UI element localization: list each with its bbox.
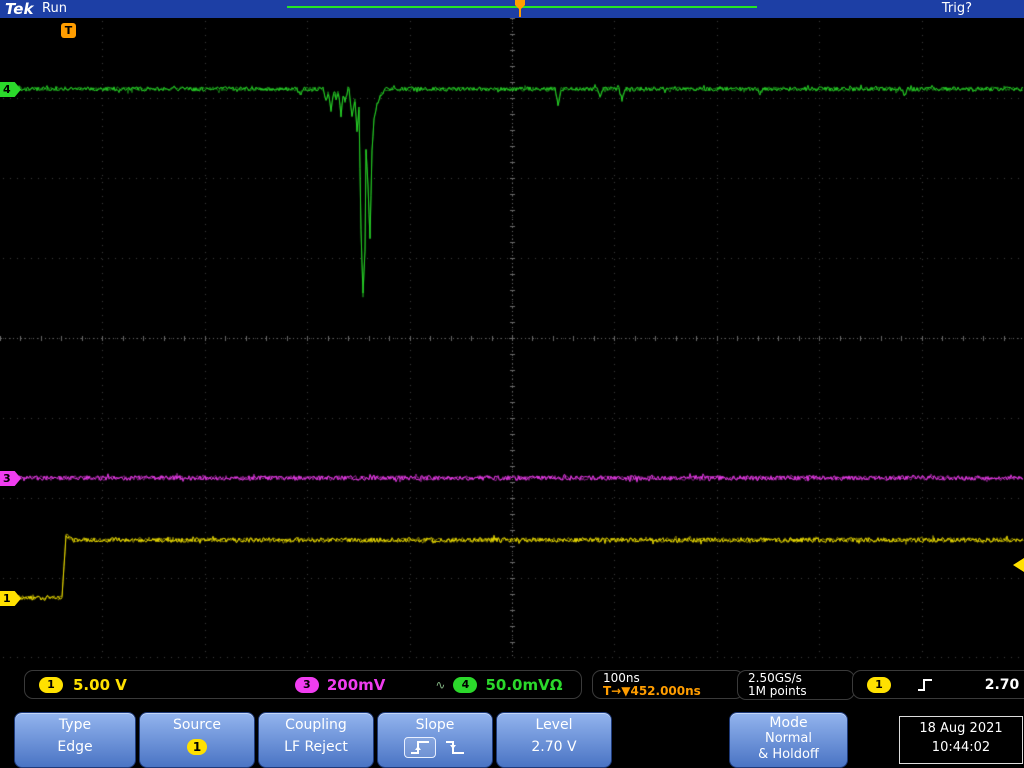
trigger-delay: T→▼452.000ns [603,685,743,697]
timebase-value: 100ns [603,671,640,685]
acquisition-status: Run [42,1,67,16]
menu-type-title: Type [58,717,92,733]
header-bar: Tek Run Trig? [0,0,1024,18]
menu-button-coupling[interactable]: Coupling LF Reject [258,712,374,768]
falling-edge-icon [446,741,464,754]
rising-edge-icon [411,741,429,754]
trigger-position-icon [515,0,525,17]
menu-level-value: 2.70 V [531,739,577,755]
ch3-scale: 200mV [326,675,386,694]
channel-readouts: 1 5.00 V 3 200mV ∿ 4 50.0mVΩ [24,670,582,699]
ch1-scale: 5.00 V [73,675,127,694]
datetime-box: 18 Aug 2021 10:44:02 [899,716,1023,764]
trigger-readout: 1 2.70 V [852,670,1024,699]
trigger-status: Trig? [941,1,972,16]
rising-edge-option[interactable] [404,737,436,758]
tek-logo: Tek [5,0,34,18]
record-length: 1M points [748,684,807,698]
ch3-badge: 3 [294,676,319,693]
horizontal-readout: 100ns T→▼452.000ns [592,670,744,699]
ch4-badge: 4 [453,676,478,693]
trigger-position-marker[interactable] [514,0,526,17]
trigger-source-badge: 1 [867,676,891,693]
trigger-delay-icon: T→▼ [603,684,631,698]
menu-source-channel-badge: 1 [187,739,207,755]
rising-edge-icon [918,678,932,691]
ch4-scale-value: 50.0mV [485,675,550,694]
trigger-delay-value: 452.000ns [630,684,701,698]
falling-edge-option[interactable] [444,737,466,758]
menu-type-value: Edge [57,739,93,755]
trigger-reference-flag[interactable]: T [61,23,76,38]
acquisition-readout: 2.50GS/s 1M points [737,670,855,700]
menu-slope-title: Slope [415,717,455,733]
menu-mode-title: Mode [769,715,808,731]
menu-coupling-value: LF Reject [284,739,348,755]
menu-button-mode[interactable]: Mode Normal & Holdoff [729,712,848,768]
probe-icon: ∿ [435,677,446,692]
trigger-level-value: 2.70 V [984,676,1024,693]
trigger-level-arrow[interactable] [1013,558,1024,572]
date-label: 18 Aug 2021 [919,721,1003,736]
graticule-canvas [0,18,1024,668]
menu-source-title: Source [172,717,222,733]
ch1-badge: 1 [39,676,63,693]
ch4-scale: 50.0mVΩ [485,676,562,694]
menu-level-title: Level [535,717,573,733]
time-label: 10:44:02 [931,740,991,755]
impedance-suffix: Ω [549,675,563,694]
oscilloscope-screen: Tek Run Trig? T 4 3 1 1 5.00 V 3 200mV ∿… [0,0,1024,768]
menu-button-type[interactable]: Type Edge [14,712,136,768]
menu-coupling-title: Coupling [285,717,347,733]
menu-button-level[interactable]: Level 2.70 V [496,712,612,768]
menu-button-source[interactable]: Source 1 [139,712,255,768]
menu-mode-value-line1: Normal [764,731,813,746]
menu-button-slope[interactable]: Slope [377,712,493,768]
menu-mode-value-line2: & Holdoff [758,747,819,762]
